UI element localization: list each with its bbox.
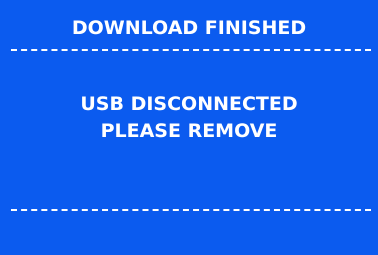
dialog-title: DOWNLOAD FINISHED [71,17,307,39]
bottom-divider [11,209,371,211]
top-divider [11,49,371,51]
message-line-usb-disconnected: USB DISCONNECTED [80,93,298,115]
status-screen: DOWNLOAD FINISHED USB DISCONNECTED PLEAS… [0,0,378,255]
message-line-please-remove: PLEASE REMOVE [100,120,278,142]
